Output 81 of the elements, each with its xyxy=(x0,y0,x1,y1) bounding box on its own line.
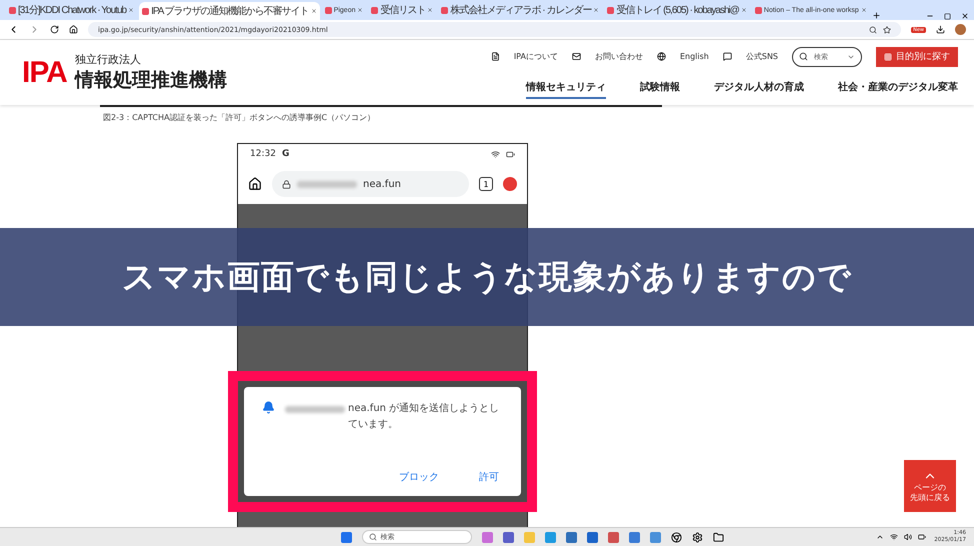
favicon-icon xyxy=(371,6,378,14)
reload-icon[interactable] xyxy=(50,25,59,34)
download-icon[interactable] xyxy=(936,25,945,34)
lock-icon xyxy=(282,180,291,188)
home-icon[interactable] xyxy=(248,177,262,191)
folder-icon[interactable] xyxy=(712,532,724,542)
notification-message: nea.fun が通知を送信しようとしています。 xyxy=(348,402,500,432)
utility-link[interactable]: 公式SNS xyxy=(746,51,778,62)
close-icon[interactable] xyxy=(593,7,600,13)
favicon-icon xyxy=(142,8,150,14)
org-name: 情報処理推進機構 xyxy=(74,68,227,93)
close-icon[interactable] xyxy=(427,7,434,13)
app-icon[interactable] xyxy=(482,532,493,542)
app-icon[interactable] xyxy=(608,532,619,542)
app-icon[interactable] xyxy=(650,532,661,542)
browser-tab[interactable]: 株式会社メディアラボ · カレンダー xyxy=(438,2,602,18)
app-icon[interactable] xyxy=(586,532,598,542)
globe-icon xyxy=(656,52,666,61)
favicon-icon xyxy=(607,6,614,14)
grid-icon xyxy=(884,52,892,60)
star-icon[interactable] xyxy=(883,26,892,34)
site-logo[interactable]: IPA xyxy=(22,56,67,90)
nav-link[interactable]: 情報セキュリティ xyxy=(526,80,606,98)
new-tab-icon[interactable] xyxy=(872,11,881,20)
search-icon xyxy=(368,533,377,541)
nav-link[interactable]: デジタル人材の育成 xyxy=(714,80,804,98)
chrome-icon[interactable] xyxy=(670,532,682,542)
browser-tab[interactable]: 受信トレイ (5,605) · kobayashi@ xyxy=(604,2,750,18)
favicon-icon xyxy=(9,6,16,14)
app-icon[interactable] xyxy=(566,532,577,542)
nav-link[interactable]: 社会・産業のデジタル変革 xyxy=(838,80,958,98)
app-icon[interactable] xyxy=(628,532,640,542)
favicon-icon xyxy=(441,6,448,14)
close-icon[interactable] xyxy=(357,7,364,13)
zoom-icon[interactable] xyxy=(869,26,878,34)
browser-tab[interactable]: IPA ブラウザの通知機能から不審サイト xyxy=(139,2,320,20)
close-icon[interactable] xyxy=(740,7,747,13)
settings-icon[interactable] xyxy=(692,532,703,542)
org-subtitle: 独立行政法人 xyxy=(74,52,142,67)
close-icon[interactable] xyxy=(128,7,134,13)
volume-icon[interactable] xyxy=(904,533,912,541)
app-icon[interactable] xyxy=(502,532,514,542)
battery-icon xyxy=(506,150,515,158)
phone-url-bar[interactable]: nea.fun xyxy=(272,171,469,197)
favicon-icon xyxy=(754,6,762,14)
dialog-button[interactable]: 許可 xyxy=(477,468,501,486)
home-icon[interactable] xyxy=(69,25,78,34)
chat-icon xyxy=(722,52,732,61)
purpose-button[interactable]: 目的別に探す xyxy=(876,46,958,66)
figure-caption: 図2-3：CAPTCHA認証を装った「許可」ボタンへの誘導事例C（パソコン） xyxy=(103,112,376,123)
wifi-icon[interactable] xyxy=(890,533,898,541)
back-to-top-button[interactable]: ページの 先頭に戻る xyxy=(904,460,956,512)
maximize-icon[interactable] xyxy=(944,13,951,20)
document-icon xyxy=(490,52,500,61)
utility-link[interactable]: お問い合わせ xyxy=(594,51,643,62)
bell-icon xyxy=(262,401,275,414)
utility-link[interactable]: IPAについて xyxy=(514,51,558,62)
browser-tab[interactable]: [31分]KDDI Chatwork · Youtub xyxy=(6,2,138,18)
wifi-icon xyxy=(491,150,500,158)
start-icon[interactable] xyxy=(340,532,352,542)
url-text: nea.fun xyxy=(363,178,401,190)
nav-link[interactable]: 試験情報 xyxy=(640,80,680,98)
browser-tab[interactable]: 受信リスト xyxy=(368,2,436,18)
utility-link[interactable]: English xyxy=(680,52,709,61)
avatar-icon[interactable] xyxy=(955,24,966,35)
mail-icon xyxy=(572,52,581,61)
chevron-icon[interactable] xyxy=(876,533,884,541)
blurred-text xyxy=(285,406,345,413)
app-icon[interactable] xyxy=(544,532,556,542)
close-icon[interactable] xyxy=(860,7,867,13)
status-time: 12:32 xyxy=(250,149,276,159)
tab-count[interactable]: 1 xyxy=(479,177,493,191)
search-icon xyxy=(799,52,808,61)
subtitle-text: スマホ画面でも同じような現象がありますので xyxy=(122,256,852,298)
battery-icon[interactable] xyxy=(918,533,926,541)
dialog-button[interactable]: ブロック xyxy=(397,468,441,486)
close-icon[interactable] xyxy=(310,8,317,14)
favicon-icon xyxy=(324,6,332,14)
status-letter: G xyxy=(282,149,290,159)
blurred-text xyxy=(297,180,357,188)
close-icon[interactable] xyxy=(961,12,969,20)
